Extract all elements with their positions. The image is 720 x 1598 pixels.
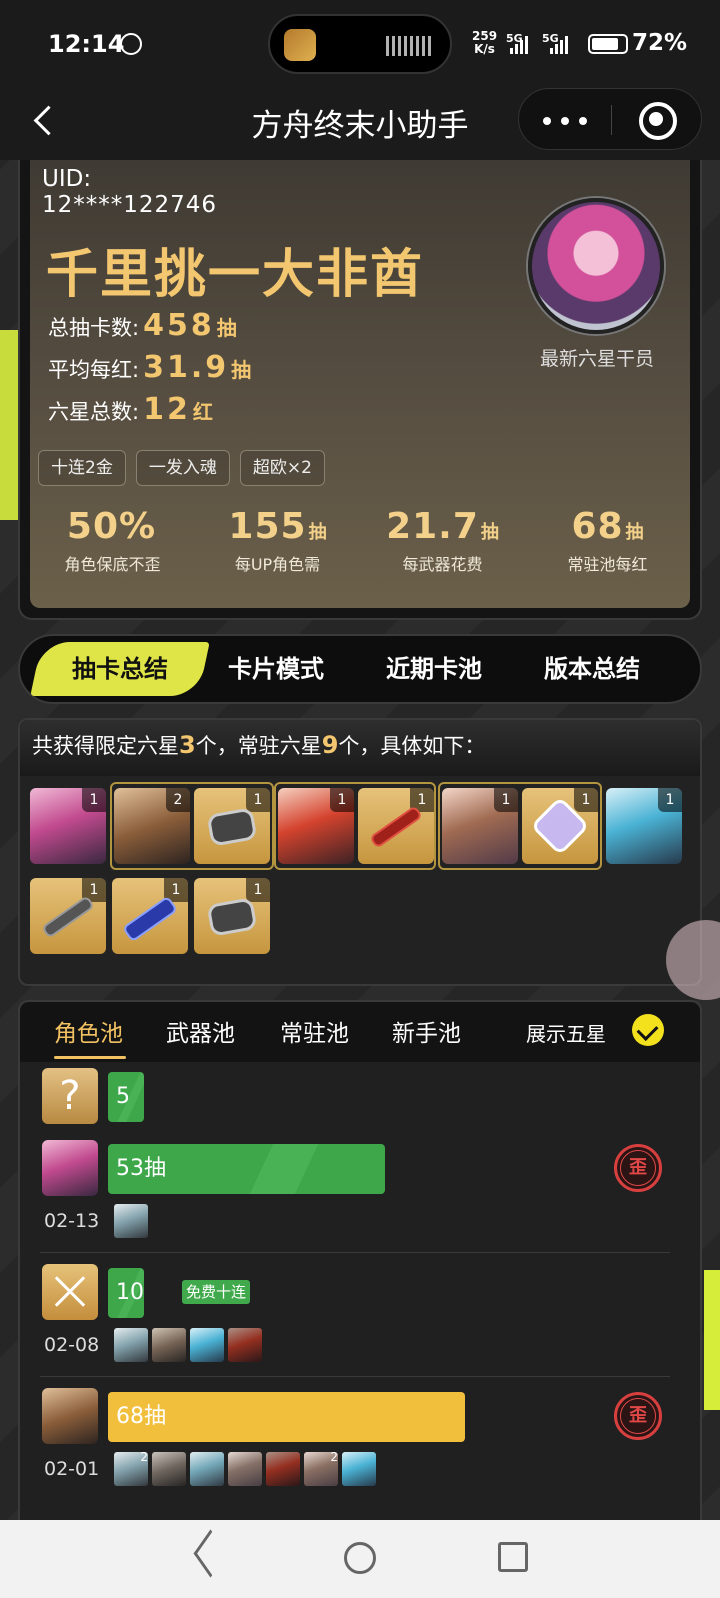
- decor-strip-right: [704, 1270, 720, 1410]
- app-header: 方舟终末小助手: [0, 88, 720, 160]
- off-banner-badge: 歪: [614, 1144, 662, 1192]
- tab-version-summary[interactable]: 版本总结: [512, 636, 672, 702]
- system-back-icon[interactable]: [192, 1540, 216, 1570]
- checkbox-checked-icon[interactable]: [632, 1014, 664, 1046]
- operator-portrait[interactable]: 2: [114, 788, 190, 864]
- uid-value: 12****122746: [42, 192, 218, 218]
- unknown-pull-icon: ?: [42, 1068, 98, 1124]
- pull-progress-bar: 5: [108, 1072, 144, 1122]
- active-pool-underline: [54, 1056, 126, 1059]
- no-six-star-icon: [42, 1264, 98, 1320]
- tab-summary[interactable]: 抽卡总结: [40, 636, 200, 702]
- uid-label: UID:: [42, 166, 92, 192]
- six-star-summary: 共获得限定六星3个，常驻六星9个，具体如下： 1 2 1 1 1 1 1 1 1…: [18, 718, 702, 986]
- pool-tab-standard[interactable]: 常驻池: [280, 1014, 349, 1048]
- media-thumbnail-icon: [284, 29, 316, 61]
- system-home-icon[interactable]: [344, 1542, 376, 1574]
- row-divider: [40, 1252, 670, 1253]
- pull-date: 02-01: [44, 1458, 100, 1480]
- pull-progress-bar: 53抽: [108, 1144, 385, 1194]
- five-star-thumb: [228, 1328, 262, 1362]
- avatar-caption: 最新六星干员: [539, 348, 654, 370]
- weapon-icon[interactable]: 1: [194, 788, 270, 864]
- operator-portrait[interactable]: 1: [442, 788, 518, 864]
- metrics-row: 50% 角色保底不歪 155 抽 每UP角色需 21.7 抽 每武器花费 68 抽 常…: [30, 506, 690, 575]
- weapon-icon[interactable]: 1: [112, 878, 188, 954]
- operator-portrait[interactable]: 1: [606, 788, 682, 864]
- row-divider: [40, 1376, 670, 1377]
- pool-tab-character[interactable]: 角色池: [54, 1014, 123, 1048]
- rank-title: 千里挑一大非酋: [46, 245, 425, 305]
- audio-wave-icon: [386, 36, 434, 56]
- tag: 十连2金: [38, 450, 126, 486]
- pool-history: 角色池 武器池 常驻池 新手池 展示五星 ? 5 53抽 歪 02-13 10抽…: [18, 1000, 702, 1520]
- metric-guarantee: 50% 角色保底不歪: [64, 506, 161, 574]
- operator-portrait[interactable]: [42, 1140, 98, 1196]
- five-star-thumb: [190, 1328, 224, 1362]
- weapon-icon[interactable]: 1: [30, 878, 106, 954]
- pull-date: 02-08: [44, 1334, 100, 1356]
- five-star-thumb: 2: [114, 1450, 148, 1486]
- weapon-icon[interactable]: 1: [358, 788, 434, 864]
- metric-per-weapon: 21.7 抽 每武器花费: [386, 506, 499, 574]
- profile-card: UID: 12****122746 千里挑一大非酋 总抽卡数: 458 抽 平均每红…: [18, 160, 702, 620]
- off-banner-badge: 歪: [614, 1392, 662, 1440]
- show-five-star-label[interactable]: 展示五星: [526, 1018, 606, 1047]
- dynamic-island[interactable]: [268, 14, 452, 74]
- more-options-button[interactable]: [519, 89, 611, 151]
- battery-icon: [588, 34, 628, 54]
- notification-icon: [120, 33, 142, 55]
- pull-progress-bar: 10抽: [108, 1268, 144, 1355]
- system-nav-bar: [0, 1520, 720, 1598]
- five-star-thumb: 2: [304, 1450, 338, 1486]
- five-star-thumb: [152, 1328, 186, 1362]
- pull-date: 02-13: [44, 1210, 100, 1232]
- operator-portrait[interactable]: 1: [278, 788, 354, 864]
- stat-total-pulls: 总抽卡数: 458 抽: [48, 308, 237, 343]
- five-star-thumb: [152, 1452, 186, 1486]
- network-speed: 259 K/s: [472, 29, 498, 56]
- stat-six-star-total: 六星总数: 12 红: [48, 392, 213, 427]
- operator-portrait[interactable]: [42, 1388, 98, 1444]
- decor-strip-left: [0, 330, 18, 520]
- weapon-icon[interactable]: 1: [194, 878, 270, 954]
- status-bar: 12:14 259 K/s 5G 5G 72%: [0, 0, 720, 88]
- stat-avg-per-six: 平均每红: 31.9 抽: [48, 350, 252, 385]
- achievement-tags: 十连2金 一发入魂 超欧×2: [38, 450, 325, 486]
- five-star-thumb: [190, 1452, 224, 1486]
- five-star-thumb: [228, 1452, 262, 1486]
- metric-standard: 68 抽 常驻池每红: [567, 506, 648, 574]
- summary-heading: 共获得限定六星3个，常驻六星9个，具体如下：: [20, 720, 700, 776]
- pool-tab-bar: 角色池 武器池 常驻池 新手池 展示五星: [20, 1002, 700, 1062]
- close-miniprogram-button[interactable]: [611, 89, 703, 151]
- operator-portrait[interactable]: 1: [30, 788, 106, 864]
- clock: 12:14: [48, 30, 125, 58]
- profile-panel: UID: 12****122746 千里挑一大非酋 总抽卡数: 458 抽 平均每红…: [30, 160, 690, 608]
- miniprogram-capsule: [518, 88, 702, 150]
- pull-progress-bar: 68抽: [108, 1392, 465, 1442]
- system-recents-icon[interactable]: [498, 1542, 528, 1572]
- latest-six-star-avatar[interactable]: [528, 198, 664, 334]
- tag: 超欧×2: [239, 450, 325, 486]
- metric-per-up: 155 抽 每UP角色需: [228, 506, 327, 574]
- free-ten-pull-tag: 免费十连: [182, 1280, 251, 1304]
- tab-recent-pools[interactable]: 近期卡池: [354, 636, 514, 702]
- tab-card-mode[interactable]: 卡片模式: [196, 636, 356, 702]
- weapon-icon[interactable]: 1: [522, 788, 598, 864]
- signal-bars-icon: [546, 34, 568, 54]
- pool-tab-beginner[interactable]: 新手池: [392, 1014, 461, 1048]
- five-star-thumb: [342, 1452, 376, 1486]
- five-star-thumb: [114, 1204, 148, 1238]
- main-tab-bar: 抽卡总结 卡片模式 近期卡池 版本总结: [18, 634, 702, 704]
- five-star-thumb: [114, 1328, 148, 1362]
- signal-bars-icon: [506, 34, 528, 54]
- five-star-thumb: [266, 1452, 300, 1486]
- tag: 一发入魂: [135, 450, 230, 486]
- pool-tab-weapon[interactable]: 武器池: [166, 1014, 235, 1048]
- battery-percent: 72%: [632, 30, 688, 56]
